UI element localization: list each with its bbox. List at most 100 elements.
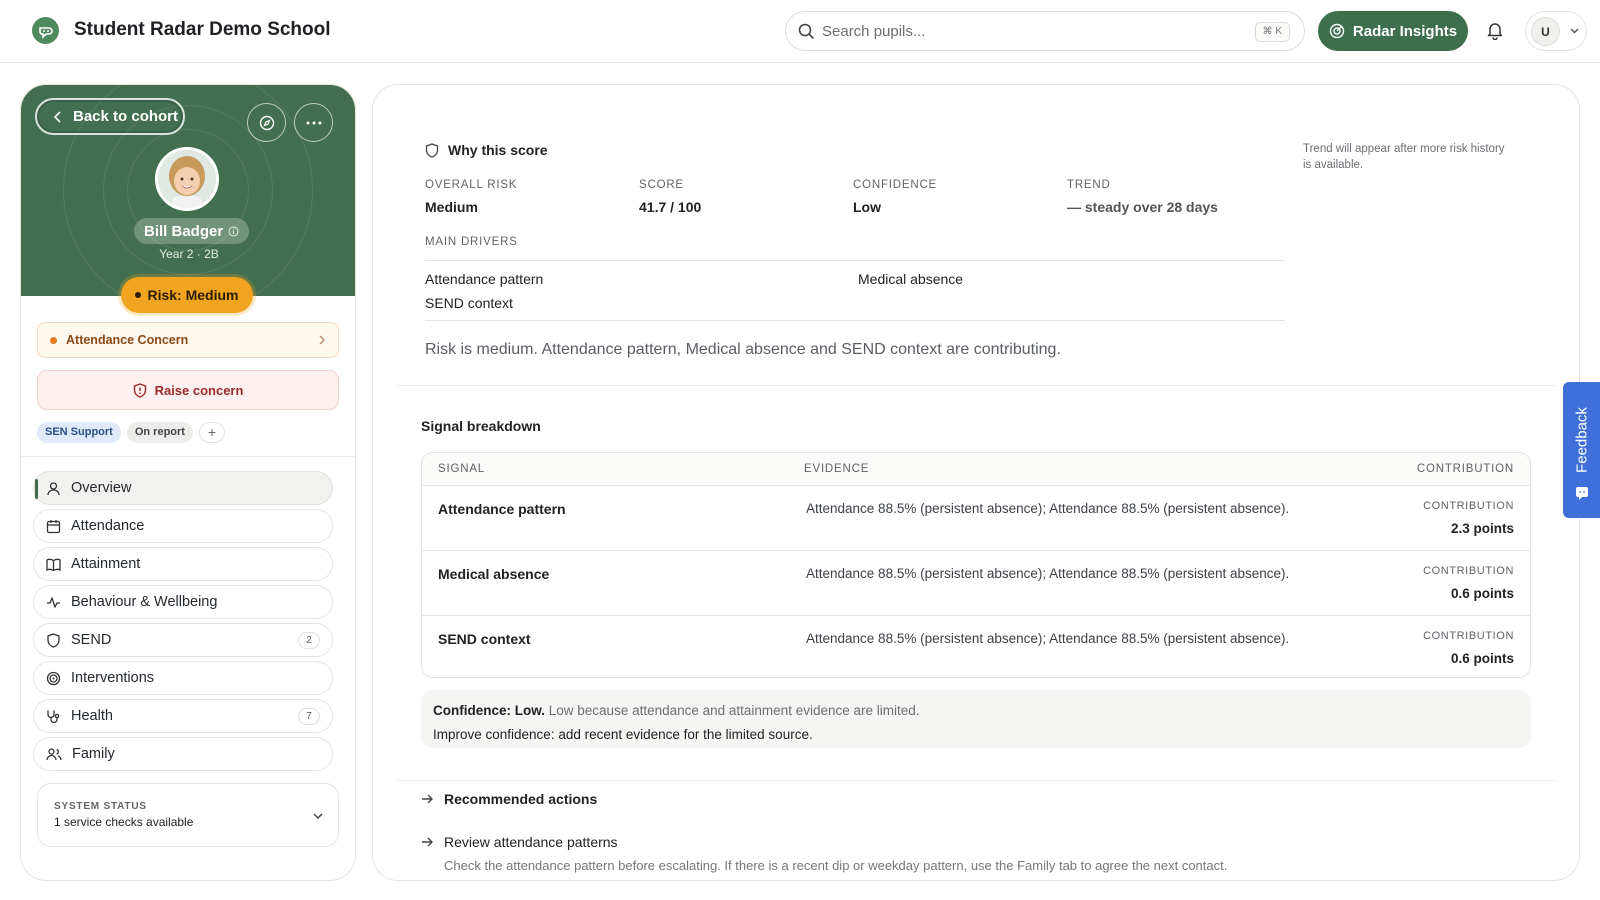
nav-label: Attendance (71, 518, 145, 534)
driver-item: SEND context (425, 295, 513, 311)
contribution-value: 0.6 points (1450, 586, 1514, 601)
nav-label: Overview (71, 480, 132, 496)
raise-concern-label: Raise concern (154, 382, 244, 398)
chevron-down-icon (313, 813, 323, 820)
recommended-actions-heading[interactable]: Recommended actions (421, 791, 597, 807)
user-icon (47, 481, 60, 495)
nav-item-health[interactable]: Health 7 (33, 699, 333, 733)
feedback-icon (1576, 487, 1588, 500)
nav-count-badge: 7 (298, 708, 320, 725)
nav-label: Attainment (71, 556, 141, 572)
signal-name: Attendance pattern (438, 501, 566, 517)
confidence-lead: Confidence: Low. (433, 703, 545, 718)
calendar-icon (46, 519, 61, 533)
family-icon (46, 747, 62, 760)
signal-evidence: Attendance 88.5% (persistent absence); A… (806, 501, 1290, 516)
year-group: Year 2 · 2B (159, 247, 219, 261)
signal-evidence: Attendance 88.5% (persistent absence); A… (806, 631, 1290, 646)
chevron-right-icon (319, 335, 325, 345)
nav-item-attendance[interactable]: Attendance (33, 509, 333, 543)
back-label: Back to cohort (73, 108, 179, 125)
nav-item-interventions[interactable]: Interventions (33, 661, 333, 695)
chevron-left-icon (53, 110, 61, 123)
feedback-label: Feedback (1573, 407, 1590, 473)
table-row[interactable]: Attendance pattern Attendance 88.5% (per… (422, 486, 1530, 551)
column-header-evidence: EVIDENCE (804, 463, 870, 475)
metric-label: CONFIDENCE (853, 179, 938, 191)
nav-item-behaviour-wellbeing[interactable]: Behaviour & Wellbeing (33, 585, 333, 619)
metric-score: SCORE 41.7 / 100 (639, 179, 701, 215)
signal-evidence: Attendance 88.5% (persistent absence); A… (806, 566, 1290, 581)
system-status-card[interactable]: SYSTEM STATUS 1 service checks available (37, 783, 339, 847)
pulse-icon (47, 596, 60, 608)
main-drivers-label: MAIN DRIVERS (425, 236, 518, 248)
radar-insights-label: Radar Insights (1352, 22, 1458, 40)
more-icon (306, 121, 321, 124)
tag-on-report[interactable]: On report (126, 422, 193, 443)
confidence-note: Confidence: Low. Low because attendance … (421, 690, 1531, 748)
nav-item-attainment[interactable]: Attainment (33, 547, 333, 581)
divider (397, 385, 1557, 386)
search-icon (798, 23, 814, 39)
metric-overall-risk: OVERALL RISK Medium (425, 179, 517, 215)
target-icon (46, 671, 61, 685)
school-logo-icon[interactable] (32, 17, 59, 44)
contribution-value: 0.6 points (1450, 651, 1514, 666)
arrow-right-icon (422, 837, 433, 847)
table-header: SIGNAL EVIDENCE CONTRIBUTION (422, 453, 1530, 486)
user-menu[interactable]: U (1525, 11, 1587, 51)
signal-breakdown-title: Signal breakdown (421, 418, 541, 434)
nav-label: Health (71, 708, 113, 724)
metric-label: OVERALL RISK (425, 179, 518, 191)
confidence-improve: Improve confidence: add recent evidence … (433, 727, 813, 742)
info-icon[interactable] (228, 226, 239, 237)
signal-name: SEND context (438, 631, 531, 647)
back-to-cohort-button[interactable]: Back to cohort (35, 98, 185, 135)
pupil-panel: Back to cohort Bill Badger Year 2 · 2B R… (20, 84, 356, 881)
system-status-label: SYSTEM STATUS (54, 801, 147, 812)
feedback-tab[interactable]: Feedback (1563, 382, 1600, 518)
divider (21, 456, 355, 457)
table-row[interactable]: SEND context Attendance 88.5% (persisten… (422, 616, 1530, 677)
pupil-name: Bill Badger (134, 218, 250, 244)
pupil-tags: SEN Support On report + (37, 422, 225, 443)
arrow-right-icon (422, 794, 433, 804)
main-drivers: Attendance pattern Medical absence SEND … (425, 260, 1285, 321)
why-this-score-heading: Why this score (425, 142, 548, 158)
attendance-concern-row[interactable]: Attendance Concern (37, 322, 339, 358)
risk-badge[interactable]: Risk: Medium (121, 277, 253, 313)
school-name: Student Radar Demo School (74, 19, 331, 40)
add-tag-button[interactable]: + (198, 422, 225, 443)
stethoscope-icon (47, 710, 60, 723)
metric-value: 41.7 / 100 (639, 199, 702, 215)
action-item[interactable]: Review attendance patterns (421, 834, 618, 850)
action-label: Review attendance patterns (444, 834, 618, 850)
compass-button[interactable] (247, 103, 286, 142)
search-bar[interactable]: ⌘ K (785, 11, 1305, 51)
concern-dot (50, 336, 57, 344)
chevron-down-icon (1570, 28, 1579, 34)
raise-concern-button[interactable]: Raise concern (37, 370, 339, 410)
tag-sen-support[interactable]: SEN Support (37, 422, 121, 443)
radar-insights-button[interactable]: Radar Insights (1318, 11, 1468, 51)
shield-icon (47, 632, 60, 648)
nav-item-overview[interactable]: Overview (33, 471, 333, 505)
nav-label: Interventions (71, 670, 155, 686)
risk-summary: Risk is medium. Attendance pattern, Medi… (425, 341, 1061, 358)
search-input[interactable] (822, 12, 1242, 50)
metric-value: — steady over 28 days (1067, 199, 1218, 215)
action-description: Check the attendance pattern before esca… (444, 858, 1228, 873)
pupil-name-text: Bill Badger (144, 222, 224, 240)
metric-value: Medium (425, 199, 478, 215)
nav-item-family[interactable]: Family (33, 737, 333, 771)
nav-item-send[interactable]: SEND 2 (33, 623, 333, 657)
signal-table: SIGNAL EVIDENCE CONTRIBUTION Attendance … (421, 452, 1531, 678)
bell-icon[interactable] (1486, 20, 1504, 40)
metric-confidence: CONFIDENCE Low (853, 179, 937, 215)
confidence-reason: Low because attendance and attainment ev… (548, 703, 920, 718)
confidence-line: Confidence: Low. Low because attendance … (433, 699, 1519, 723)
compass-icon (259, 115, 274, 130)
more-options-button[interactable] (294, 103, 333, 142)
risk-label: Risk: Medium (147, 287, 239, 303)
table-row[interactable]: Medical absence Attendance 88.5% (persis… (422, 551, 1530, 616)
